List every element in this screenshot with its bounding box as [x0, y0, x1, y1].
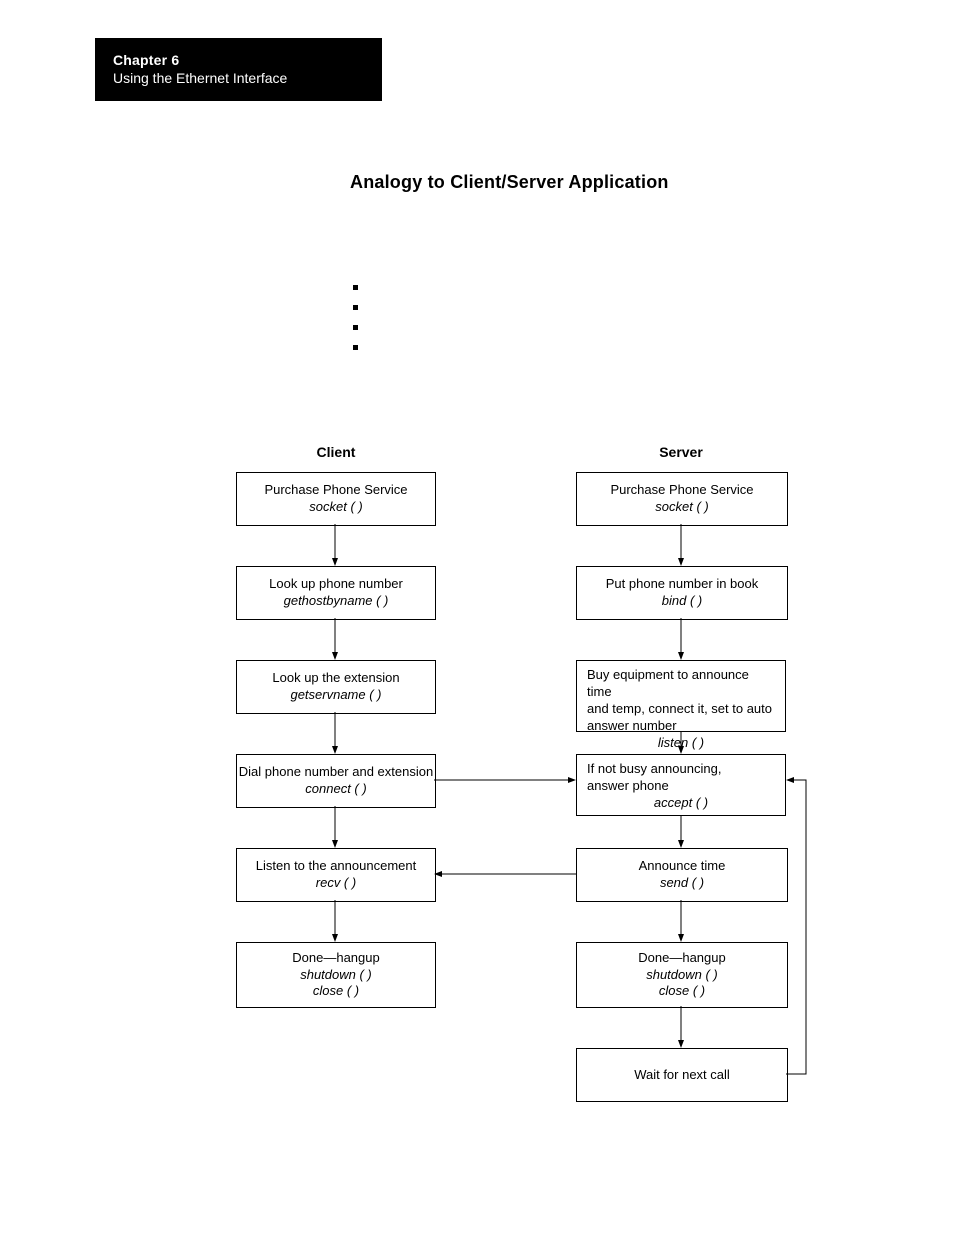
bullet-icon	[353, 285, 358, 290]
page-title: Analogy to Client/Server Application	[350, 172, 669, 193]
page: Chapter 6 Using the Ethernet Interface A…	[0, 0, 954, 1235]
bullet-icon	[353, 325, 358, 330]
chapter-number: Chapter 6	[113, 52, 382, 68]
flow-arrows	[236, 444, 836, 1144]
bullet-icon	[353, 345, 358, 350]
bullet-list	[353, 285, 358, 365]
chapter-header-box: Chapter 6 Using the Ethernet Interface	[95, 38, 382, 101]
chapter-title: Using the Ethernet Interface	[113, 70, 382, 86]
bullet-icon	[353, 305, 358, 310]
